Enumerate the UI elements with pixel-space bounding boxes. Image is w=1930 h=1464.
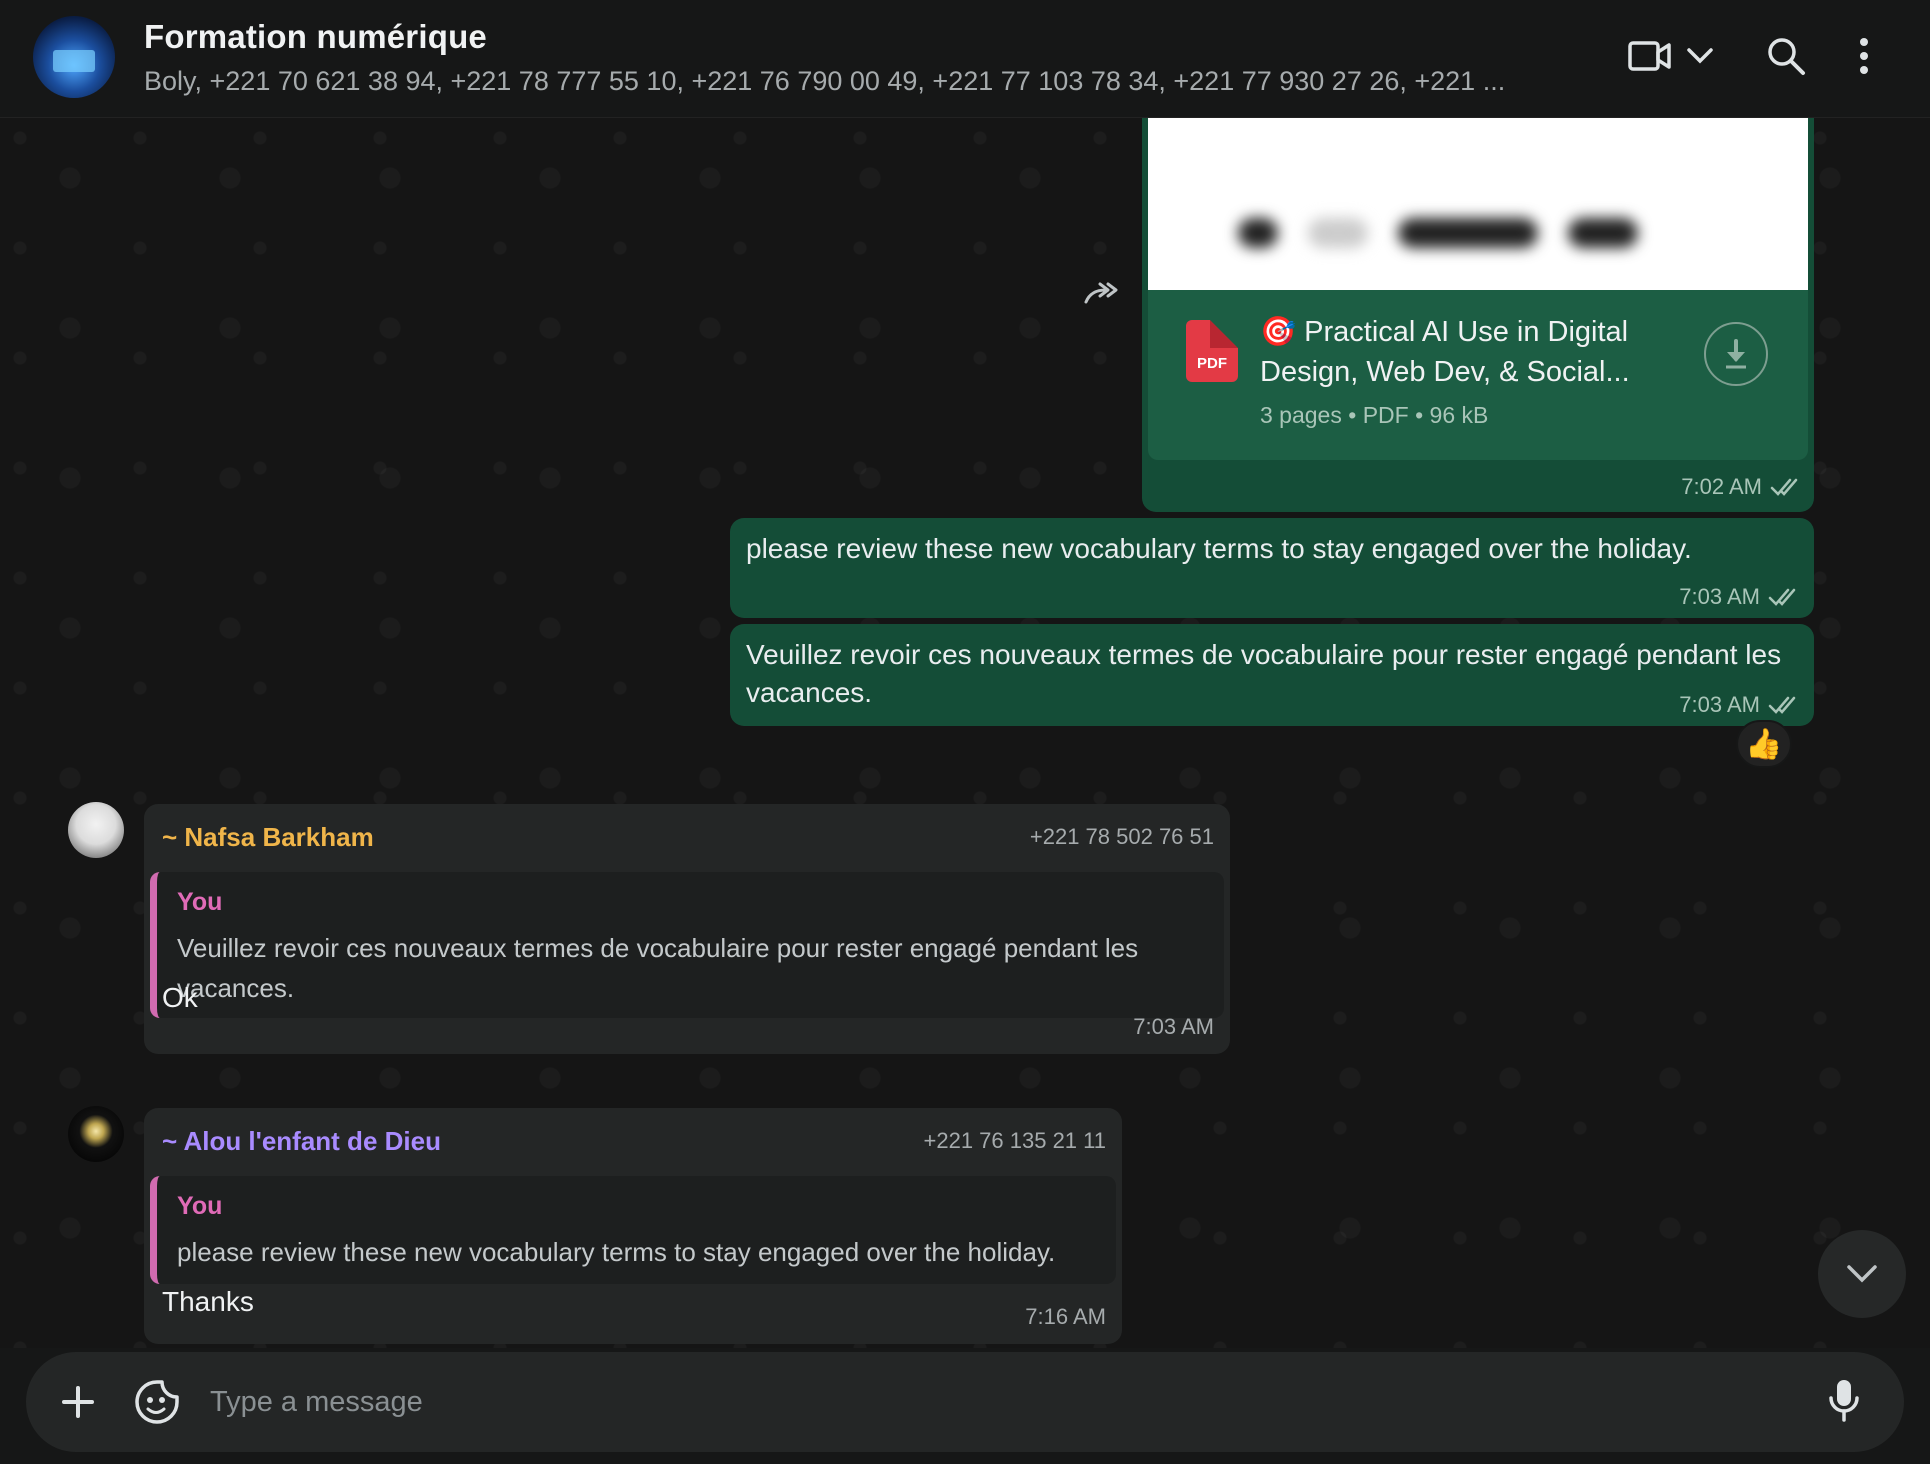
group-avatar[interactable] [33, 16, 115, 98]
incoming-message[interactable]: ~ Nafsa Barkham +221 78 502 76 51 You Ve… [144, 804, 1230, 1054]
document-preview[interactable] [1148, 118, 1808, 290]
document-card[interactable]: PDF 🎯 Practical AI Use in Digital Design… [1148, 290, 1808, 460]
document-meta: 3 pages • PDF • 96 kB [1260, 402, 1489, 428]
quote-text: please review these new vocabulary terms… [177, 1237, 1056, 1267]
chat-title-block[interactable]: Formation numérique Boly, +221 70 621 38… [144, 18, 1524, 97]
sender-phone: +221 76 135 21 11 [923, 1128, 1107, 1153]
outgoing-message[interactable]: Veuillez revoir ces nouveaux termes de v… [730, 624, 1814, 726]
message-time: 7:16 AM [1025, 1304, 1106, 1329]
pdf-file-icon: PDF [1186, 320, 1238, 382]
forward-icon[interactable] [1082, 278, 1122, 308]
video-call-button[interactable] [1628, 39, 1714, 73]
document-message[interactable]: PDF 🎯 Practical AI Use in Digital Design… [1142, 118, 1814, 512]
sender-name[interactable]: ~ Alou l'enfant de Dieu [162, 1126, 441, 1157]
sticker-icon[interactable] [134, 1379, 180, 1425]
search-icon[interactable] [1766, 36, 1806, 76]
message-text: please review these new vocabulary terms… [746, 533, 1692, 564]
plus-icon[interactable] [56, 1380, 100, 1424]
quote-author: You [177, 1192, 223, 1220]
message-time: 7:03 AM [1679, 584, 1798, 610]
download-button[interactable] [1704, 322, 1768, 386]
incoming-message[interactable]: ~ Alou l'enfant de Dieu +221 76 135 21 1… [144, 1108, 1122, 1344]
chat-participants: Boly, +221 70 621 38 94, +221 78 777 55 … [144, 66, 1506, 96]
quote-author: You [177, 888, 223, 916]
message-text: Ok [162, 982, 198, 1013]
read-receipt-icon [1768, 696, 1796, 714]
message-text: Thanks [162, 1286, 254, 1317]
message-time: 7:03 AM [1133, 1014, 1214, 1039]
outgoing-message[interactable]: please review these new vocabulary terms… [730, 518, 1814, 618]
more-vert-icon[interactable] [1858, 37, 1870, 75]
sender-name[interactable]: ~ Nafsa Barkham [162, 822, 374, 853]
chevron-down-icon [1847, 1265, 1877, 1283]
message-time: 7:03 AM [1679, 692, 1798, 718]
message-composer[interactable] [26, 1352, 1904, 1452]
sender-avatar[interactable] [68, 1106, 124, 1162]
message-time: 7:02 AM [1681, 474, 1800, 500]
message-list[interactable]: PDF 🎯 Practical AI Use in Digital Design… [0, 118, 1930, 1348]
message-text: Veuillez revoir ces nouveaux termes de v… [746, 639, 1782, 708]
mic-icon[interactable] [1828, 1378, 1860, 1424]
quoted-message[interactable]: You please review these new vocabulary t… [150, 1176, 1116, 1284]
document-title: 🎯 Practical AI Use in Digital Design, We… [1260, 316, 1630, 388]
message-input[interactable] [210, 1374, 1770, 1430]
thumbs-up-reaction[interactable]: 👍 [1736, 720, 1792, 768]
target-emoji-icon: 🎯 [1260, 316, 1297, 348]
blurred-preview-content [1238, 218, 1718, 254]
download-icon [1726, 339, 1746, 369]
scroll-to-bottom-button[interactable] [1818, 1230, 1906, 1318]
quote-text: Veuillez revoir ces nouveaux termes de v… [177, 933, 1139, 1003]
chat-header[interactable]: Formation numérique Boly, +221 70 621 38… [0, 0, 1930, 118]
quoted-message[interactable]: You Veuillez revoir ces nouveaux termes … [150, 872, 1224, 1018]
chevron-down-icon [1687, 48, 1713, 64]
chat-title: Formation numérique [144, 18, 487, 55]
read-receipt-icon [1770, 478, 1798, 496]
sender-avatar[interactable] [68, 802, 124, 858]
sender-phone: +221 78 502 76 51 [1029, 824, 1214, 849]
video-icon [1628, 41, 1671, 71]
read-receipt-icon [1768, 588, 1796, 606]
